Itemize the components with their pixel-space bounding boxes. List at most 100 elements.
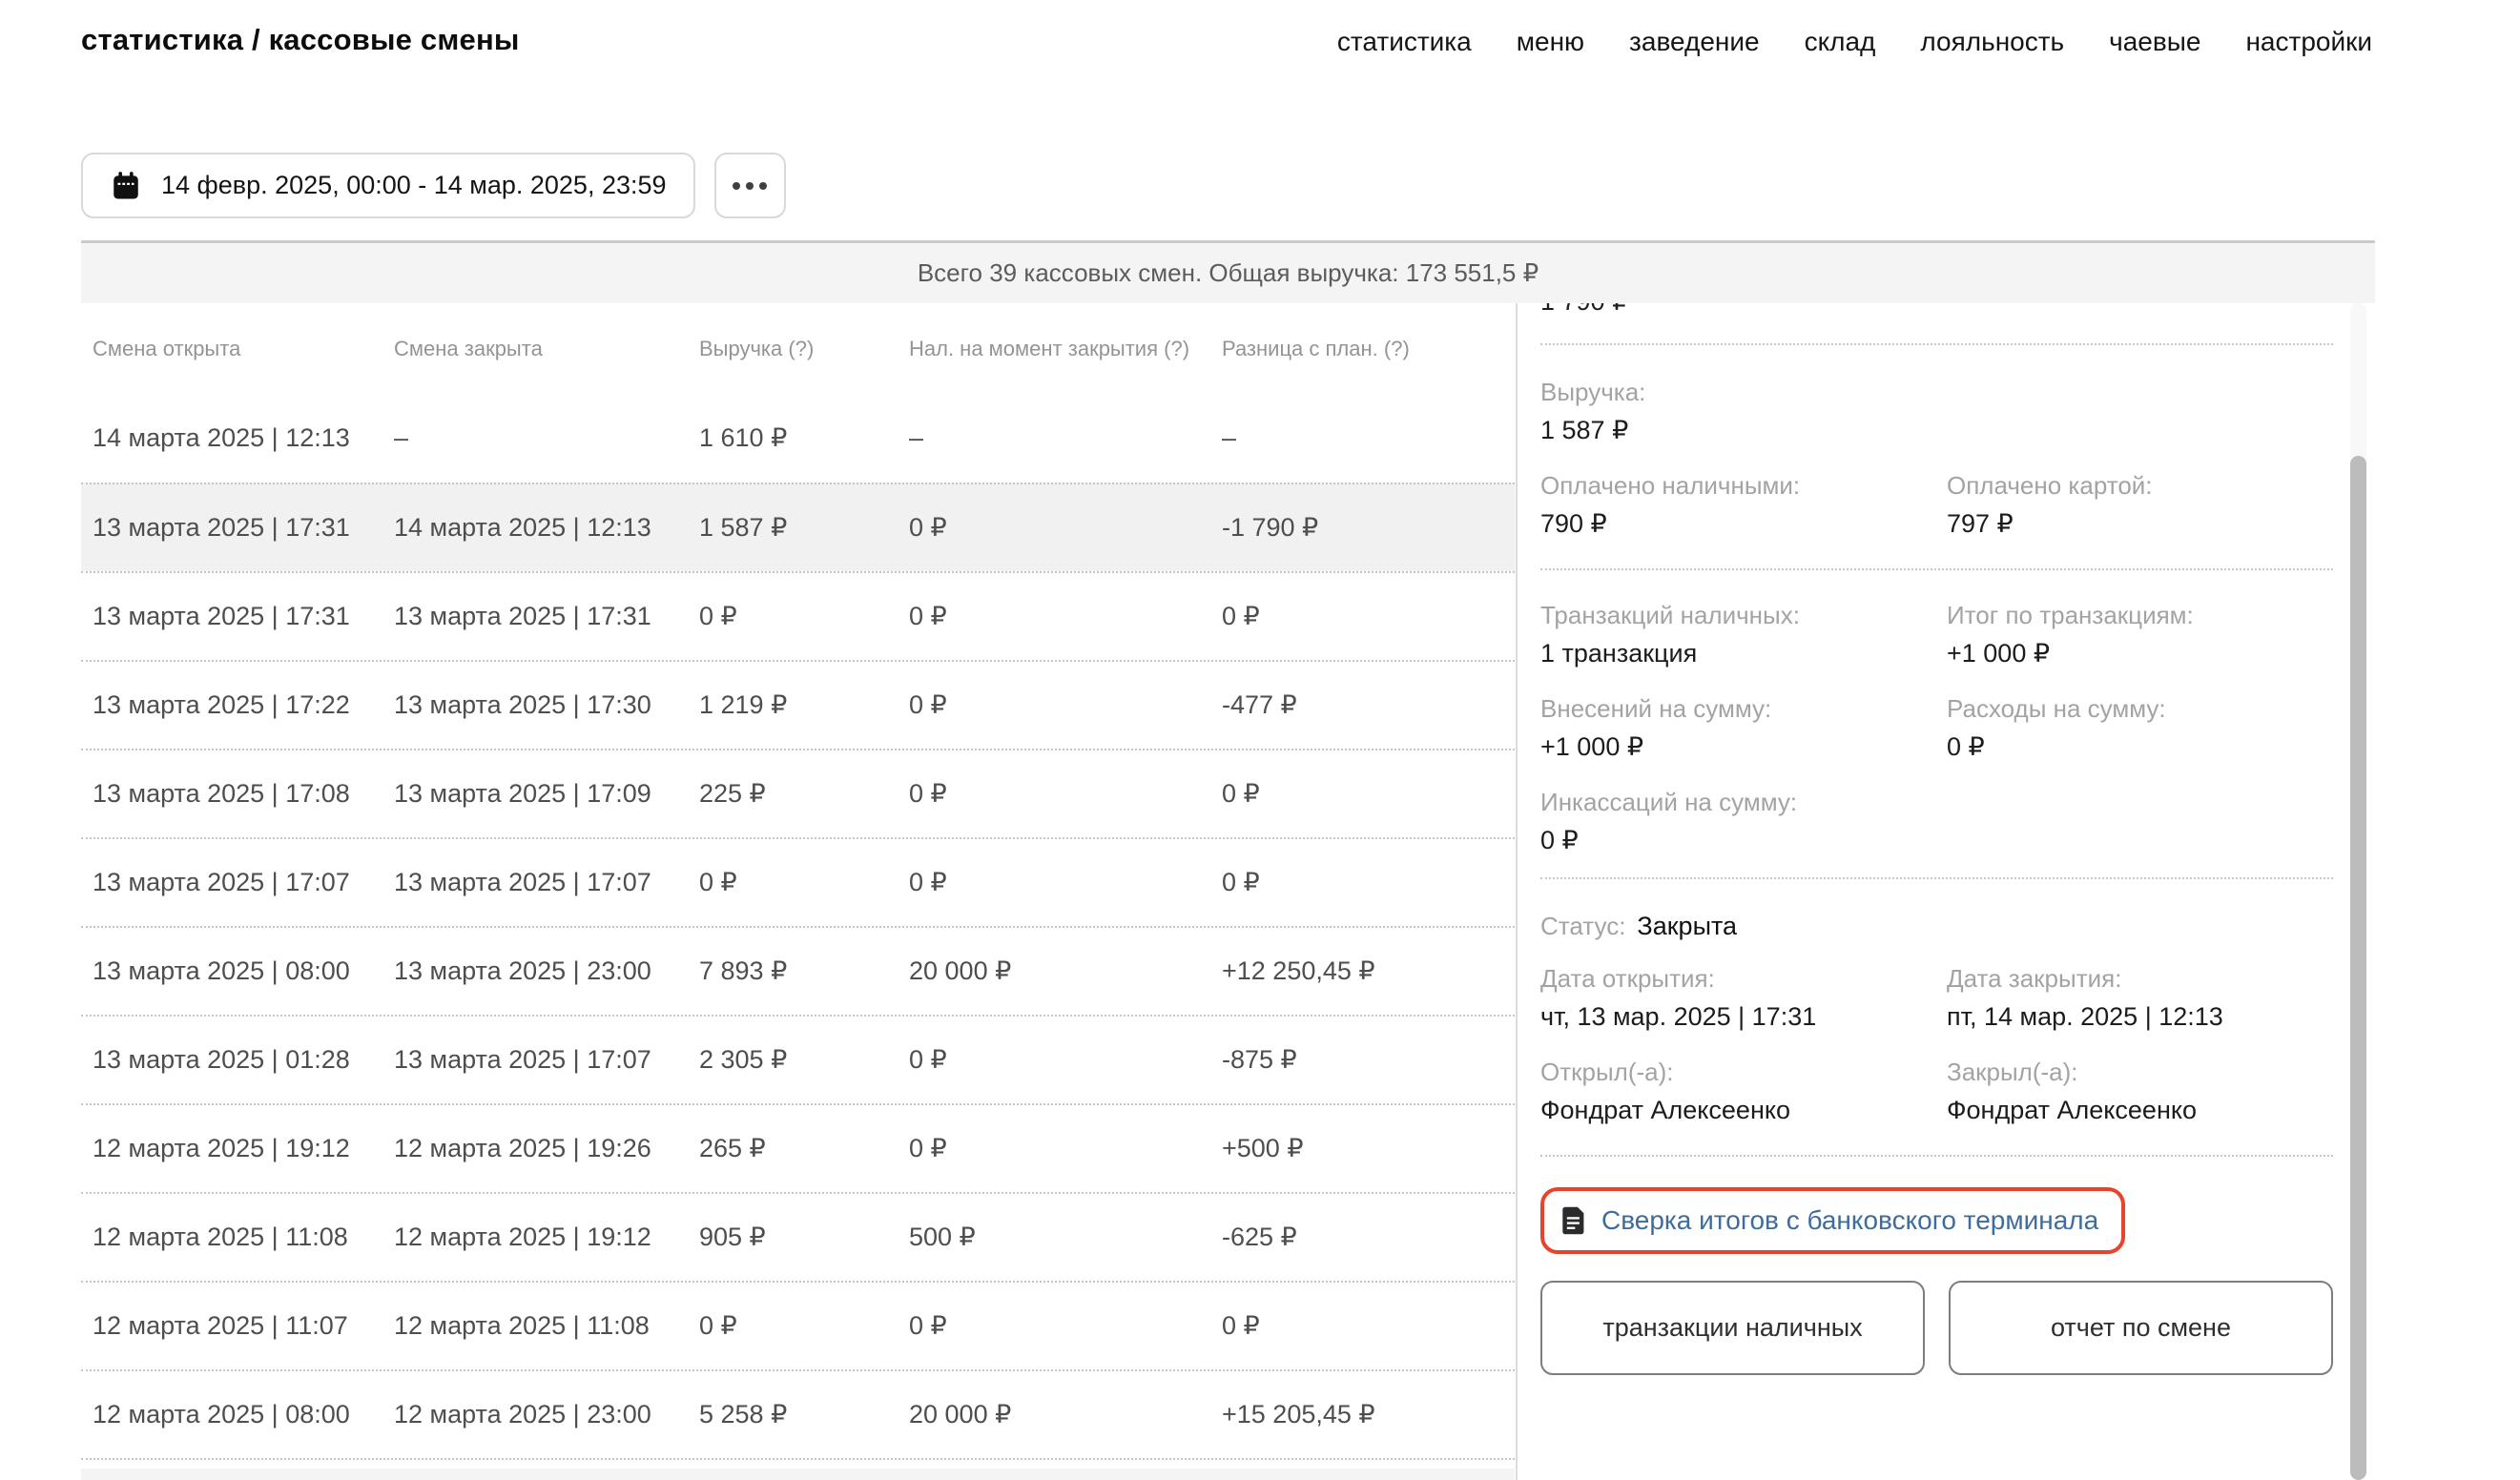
document-icon <box>1561 1205 1586 1236</box>
table-row[interactable]: 14 марта 2025 | 12:13–1 610 ₽–– <box>81 394 1515 483</box>
table-row[interactable]: 12 марта 2025 | 11:0812 марта 2025 | 19:… <box>81 1192 1515 1281</box>
cell-shift-closed: 14 марта 2025 | 12:13 <box>382 513 688 543</box>
cell-plan-diff: 0 ₽ <box>1210 868 1515 897</box>
table-row[interactable]: 13 марта 2025 | 01:2813 марта 2025 | 17:… <box>81 1015 1515 1103</box>
field-label: Дата закрытия: <box>1947 964 2333 993</box>
cell-plan-diff: +12 250,45 ₽ <box>1210 956 1515 986</box>
cell-cash-at-close: 0 ₽ <box>898 868 1210 897</box>
table-row[interactable]: 13 марта 2025 | 17:0813 марта 2025 | 17:… <box>81 749 1515 837</box>
cell-cash-at-close: 0 ₽ <box>898 779 1210 809</box>
table-row[interactable]: 13 марта 2025 | 17:2213 марта 2025 | 17:… <box>81 660 1515 749</box>
summary-text: Всего 39 кассовых смен. Общая выручка: 1… <box>918 258 1539 288</box>
table-row[interactable]: 12 марта 2025 | 11:0712 марта 2025 | 11:… <box>81 1281 1515 1369</box>
table-row[interactable]: 12 марта 2025 | 19:1212 марта 2025 | 19:… <box>81 1103 1515 1192</box>
cell-plan-diff: +15 205,45 ₽ <box>1210 1400 1515 1429</box>
column-header-3: Нал. на момент закрытия (?) <box>898 337 1210 361</box>
ellipsis-icon <box>733 182 740 190</box>
table-row[interactable]: 13 марта 2025 | 08:0013 марта 2025 | 23:… <box>81 926 1515 1015</box>
cell-revenue: 225 ₽ <box>688 779 898 809</box>
cell-plan-diff: 0 ₽ <box>1210 602 1515 631</box>
table-header-row: Смена открытаСмена закрытаВыручка (?)Нал… <box>81 303 1515 394</box>
nav-item-menu[interactable]: меню <box>1517 27 1584 57</box>
field-transactions-total: Итог по транзакциям: +1 000 ₽ <box>1947 601 2333 669</box>
cash-transactions-button[interactable]: транзакции наличных <box>1540 1281 1925 1375</box>
cell-shift-closed: 13 марта 2025 | 17:07 <box>382 868 688 897</box>
cell-shift-closed: 13 марта 2025 | 17:07 <box>382 1045 688 1075</box>
table-row[interactable]: 13 марта 2025 | 17:0713 марта 2025 | 17:… <box>81 837 1515 926</box>
column-header-2: Выручка (?) <box>688 337 898 361</box>
cell-shift-opened: 12 марта 2025 | 08:00 <box>81 1400 382 1429</box>
panel-scrollbar[interactable] <box>2350 303 2366 1480</box>
cell-shift-opened: 13 марта 2025 | 17:22 <box>81 690 382 720</box>
field-label: Закрыл(-а): <box>1947 1058 2333 1086</box>
cell-shift-closed: 12 марта 2025 | 23:00 <box>382 1400 688 1429</box>
field-label: Выручка: <box>1540 378 2333 406</box>
cell-shift-opened: 12 марта 2025 | 11:08 <box>81 1223 382 1252</box>
cell-shift-closed: 12 марта 2025 | 19:12 <box>382 1223 688 1252</box>
table-row-selected[interactable]: 13 марта 2025 | 17:3114 марта 2025 | 12:… <box>81 483 1515 571</box>
nav-item-settings[interactable]: настройки <box>2245 27 2372 57</box>
table-row[interactable]: 12 марта 2025 | 08:0012 марта 2025 | 23:… <box>81 1369 1515 1458</box>
cell-revenue: 0 ₽ <box>688 1311 898 1341</box>
column-header-0: Смена открыта <box>81 337 382 361</box>
cell-cash-at-close: 0 ₽ <box>898 690 1210 720</box>
clipped-diff-value: 1 790 ₽ <box>1540 303 2333 315</box>
field-label: Открыл(-а): <box>1540 1058 1947 1086</box>
table-footer-strip <box>81 1469 1515 1480</box>
cell-plan-diff: -875 ₽ <box>1210 1045 1515 1075</box>
scrollbar-thumb[interactable] <box>2350 456 2366 1480</box>
field-value: 0 ₽ <box>1947 730 2333 763</box>
field-opened-by: Открыл(-а): Фондрат Алексеенко <box>1540 1058 1947 1126</box>
nav-item-tips[interactable]: чаевые <box>2109 27 2200 57</box>
cell-cash-at-close: 0 ₽ <box>898 1311 1210 1341</box>
cell-shift-closed: 13 марта 2025 | 17:30 <box>382 690 688 720</box>
field-label: Оплачено наличными: <box>1540 471 1947 500</box>
field-label: Инкассаций на сумму: <box>1540 788 2333 816</box>
nav-item-statistics[interactable]: статистика <box>1337 27 1472 57</box>
cell-shift-closed: 12 марта 2025 | 11:08 <box>382 1311 688 1341</box>
more-options-button[interactable] <box>714 153 786 218</box>
cell-plan-diff: 0 ₽ <box>1210 1311 1515 1341</box>
table-row[interactable]: 13 марта 2025 | 17:3113 марта 2025 | 17:… <box>81 571 1515 660</box>
shift-detail-panel: 1 790 ₽ Выручка: 1 587 ₽ Оплачено наличн… <box>1516 303 2344 1480</box>
nav-item-loyalty[interactable]: лояльность <box>1920 27 2064 57</box>
cell-revenue: 905 ₽ <box>688 1223 898 1252</box>
cell-plan-diff: -625 ₽ <box>1210 1223 1515 1252</box>
field-label: Оплачено картой: <box>1947 471 2333 500</box>
nav-item-venue[interactable]: заведение <box>1629 27 1760 57</box>
cell-shift-opened: 12 марта 2025 | 11:07 <box>81 1311 382 1341</box>
page-title: статистика / кассовые смены <box>81 23 520 57</box>
field-paid-cash: Оплачено наличными: 790 ₽ <box>1540 471 1947 540</box>
cell-shift-opened: 13 марта 2025 | 17:31 <box>81 513 382 543</box>
cash-shifts-page: { "header": { "title": "статистика / кас… <box>0 0 2520 1480</box>
field-value: 0 ₽ <box>1540 824 2333 856</box>
date-range-picker[interactable]: 14 февр. 2025, 00:00 - 14 мар. 2025, 23:… <box>81 153 695 218</box>
cell-cash-at-close: 0 ₽ <box>898 602 1210 631</box>
field-value: чт, 13 мар. 2025 | 17:31 <box>1540 1000 1947 1033</box>
cell-plan-diff: 0 ₽ <box>1210 779 1515 809</box>
shift-report-button[interactable]: отчет по смене <box>1949 1281 2333 1375</box>
cell-shift-opened: 13 марта 2025 | 08:00 <box>81 956 382 986</box>
cell-shift-opened: 13 марта 2025 | 17:31 <box>81 602 382 631</box>
field-value: 1 587 ₽ <box>1540 414 2333 446</box>
nav-item-warehouse[interactable]: склад <box>1805 27 1876 57</box>
field-status: Статус: Закрыта <box>1540 912 2333 941</box>
cell-cash-at-close: 0 ₽ <box>898 513 1210 543</box>
cell-plan-diff: -1 790 ₽ <box>1210 513 1515 543</box>
cell-cash-at-close: 20 000 ₽ <box>898 1400 1210 1429</box>
toolbar: 14 февр. 2025, 00:00 - 14 мар. 2025, 23:… <box>81 153 786 218</box>
cell-revenue: 0 ₽ <box>688 868 898 897</box>
field-label: Расходы на сумму: <box>1947 694 2333 723</box>
field-cash-transactions: Транзакций наличных: 1 транзакция <box>1540 601 1947 669</box>
field-value: +1 000 ₽ <box>1947 637 2333 669</box>
field-expenses: Расходы на сумму: 0 ₽ <box>1947 694 2333 763</box>
cell-shift-closed: 13 марта 2025 | 17:31 <box>382 602 688 631</box>
bank-terminal-reconciliation-link[interactable]: Сверка итогов с банковского терминала <box>1540 1187 2125 1254</box>
cell-shift-opened: 13 марта 2025 | 17:07 <box>81 868 382 897</box>
panel-buttons: транзакции наличных отчет по смене <box>1540 1281 2333 1375</box>
field-label: Транзакций наличных: <box>1540 601 1947 629</box>
cell-revenue: 5 258 ₽ <box>688 1400 898 1429</box>
cell-revenue: 265 ₽ <box>688 1134 898 1163</box>
reconciliation-link-label: Сверка итогов с банковского терминала <box>1601 1205 2098 1236</box>
cell-cash-at-close: – <box>898 423 1210 453</box>
